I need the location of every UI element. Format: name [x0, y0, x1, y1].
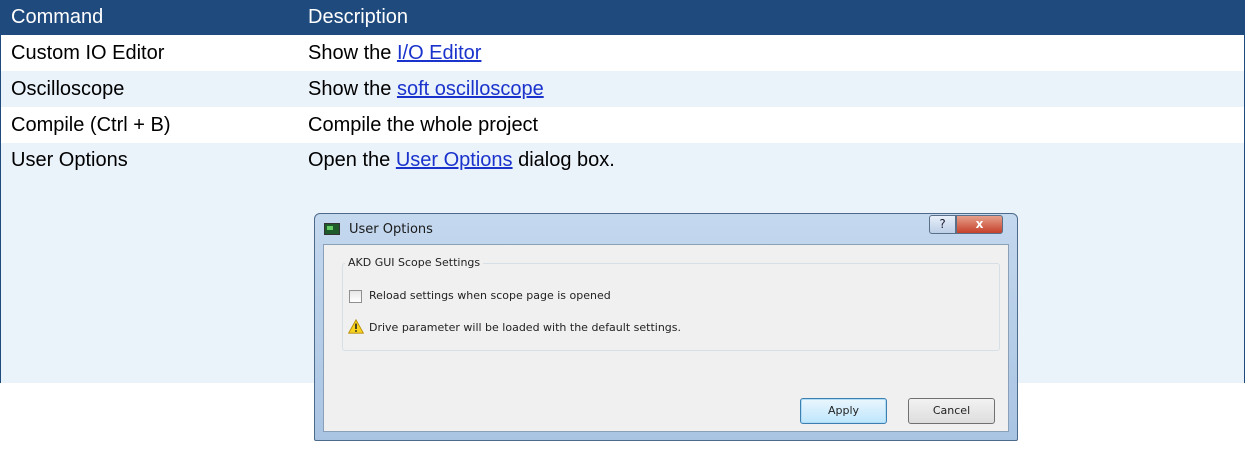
table-row: Custom IO Editor Show the I/O Editor [0, 35, 1245, 71]
cancel-button[interactable]: Cancel [908, 398, 995, 424]
soft-oscilloscope-link[interactable]: soft oscilloscope [397, 78, 544, 100]
description-text: Show the [308, 41, 397, 64]
command-cell: Custom IO Editor [0, 35, 298, 71]
table-row: Oscilloscope Show the soft oscilloscope [0, 71, 1245, 107]
description-cell: Compile the whole project [298, 107, 1245, 143]
description-text: Compile the whole project [308, 113, 539, 136]
description-text: Show the [308, 77, 397, 100]
io-editor-link[interactable]: I/O Editor [397, 42, 481, 64]
description-cell: Show the soft oscilloscope [298, 71, 1245, 107]
command-cell: User Options [0, 143, 298, 383]
header-description: Description [298, 0, 1245, 35]
dialog-client-area: AKD GUI Scope Settings Reload settings w… [323, 244, 1009, 432]
dialog-titlebar[interactable]: User Options ? x [315, 214, 1017, 244]
table-row: Compile (Ctrl + B) Compile the whole pro… [0, 107, 1245, 143]
checkbox-label[interactable]: Reload settings when scope page is opene… [369, 289, 611, 302]
description-cell: Show the I/O Editor [298, 35, 1245, 71]
header-command: Command [0, 0, 298, 35]
scope-settings-group [342, 263, 1000, 351]
user-options-dialog: User Options ? x AKD GUI Scope Settings … [314, 213, 1018, 441]
dialog-title: User Options [349, 222, 433, 237]
reload-settings-checkbox[interactable] [349, 290, 362, 303]
warning-text: Drive parameter will be loaded with the … [369, 321, 682, 334]
application-icon [324, 223, 340, 235]
command-cell: Oscilloscope [0, 71, 298, 107]
table-header-row: Command Description [0, 0, 1245, 35]
user-options-link[interactable]: User Options [396, 149, 513, 171]
command-cell: Compile (Ctrl + B) [0, 107, 298, 143]
close-button[interactable]: x [956, 215, 1003, 234]
warning-triangle-icon [348, 319, 364, 334]
description-text: Open the [308, 149, 396, 171]
description-suffix: dialog box. [512, 149, 615, 171]
group-title: AKD GUI Scope Settings [345, 256, 484, 269]
apply-button[interactable]: Apply [800, 398, 887, 424]
help-button[interactable]: ? [929, 215, 956, 234]
